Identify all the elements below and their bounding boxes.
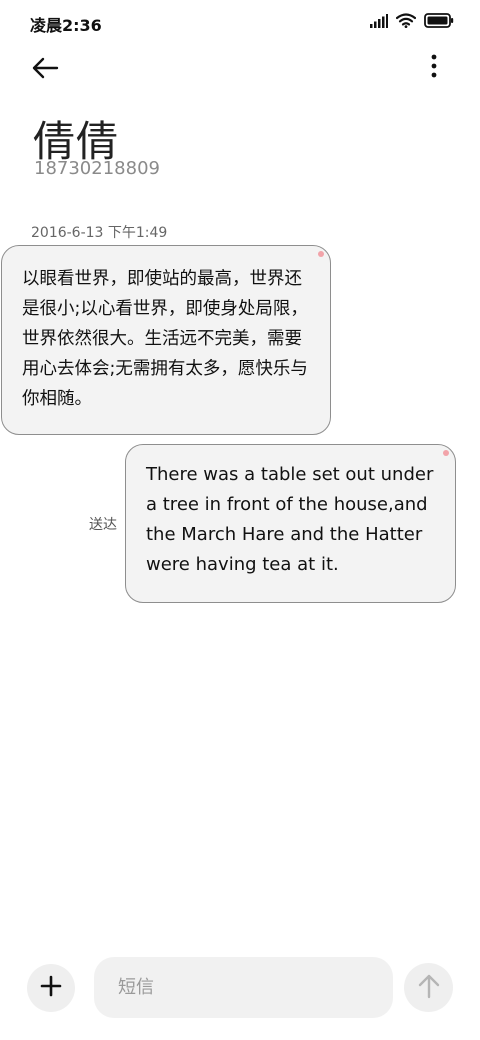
send-button[interactable] (404, 963, 453, 1012)
delivery-status: 送达 (89, 517, 117, 533)
status-bar: 凌晨2:36 (0, 0, 480, 44)
outgoing-message-text: There was a table set out under a tree i… (146, 464, 434, 575)
composer-bar (0, 950, 480, 1030)
top-bar (0, 44, 480, 94)
more-options-button[interactable] (422, 50, 446, 86)
signal-icon (370, 13, 388, 32)
incoming-message-text: 以眼看世界，即使站的最高，世界还是很小;以心看世界，即使身处局限，世界依然很大。… (22, 269, 308, 409)
outgoing-message-bubble[interactable]: There was a table set out under a tree i… (125, 444, 456, 603)
wifi-icon (395, 12, 417, 32)
battery-icon (424, 12, 454, 32)
status-time: 凌晨2:36 (30, 16, 102, 35)
unread-dot (318, 251, 324, 257)
plus-icon (40, 975, 62, 1001)
incoming-message-bubble[interactable]: 以眼看世界，即使站的最高，世界还是很小;以心看世界，即使身处局限，世界依然很大。… (1, 245, 331, 435)
status-icons (370, 12, 454, 32)
more-vertical-icon (431, 54, 437, 82)
message-date: 2016-6-13 下午1:49 (31, 225, 168, 241)
contact-phone: 18730218809 (34, 158, 160, 179)
back-button[interactable] (30, 52, 74, 88)
arrow-left-icon (30, 56, 60, 84)
unread-dot (443, 450, 449, 456)
message-input[interactable] (94, 957, 393, 1018)
add-attachment-button[interactable] (27, 964, 75, 1012)
arrow-up-icon (417, 973, 441, 1003)
